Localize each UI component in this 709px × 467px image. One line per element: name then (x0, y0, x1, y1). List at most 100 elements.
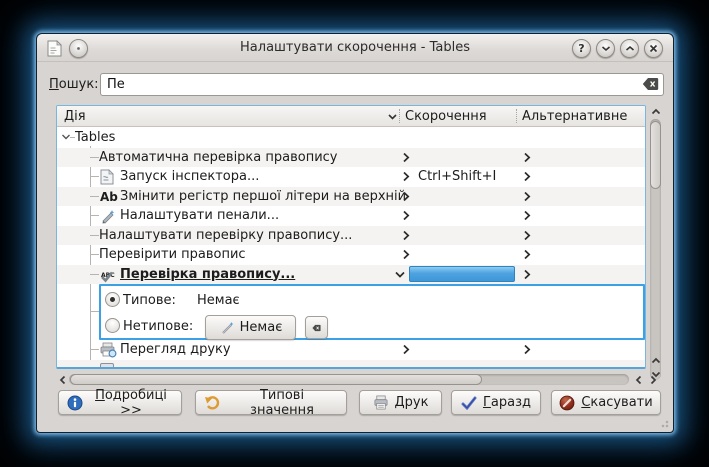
undo-icon (204, 395, 220, 410)
alternate-expander-icon[interactable] (523, 171, 531, 182)
table-row[interactable]: Налаштувати пенали... (57, 206, 645, 226)
table-row[interactable]: Налаштувати перевірку правопису... (57, 226, 645, 246)
alternate-expander-icon[interactable] (523, 249, 531, 260)
search-label: Пошук: (49, 77, 99, 92)
shortcut-expander-icon[interactable] (402, 249, 410, 260)
horizontal-scrollbar[interactable] (56, 372, 660, 387)
table-row[interactable]: Перевірити правопис (57, 245, 645, 265)
resize-grip[interactable] (661, 420, 669, 428)
shortcuts-dialog: Налаштувати скорочення - Tables ? Пошук:… (36, 33, 674, 433)
help-glyph: ? (578, 42, 584, 55)
vertical-scrollbar[interactable] (648, 105, 663, 388)
table-row-root[interactable]: Tables (57, 128, 645, 148)
action-label: Автоматична перевірка правопису (99, 148, 338, 168)
column-separator (516, 109, 517, 123)
custom-shortcut-button-label: Немає (240, 320, 283, 335)
defaults-button[interactable]: Типові значення (195, 390, 347, 415)
clear-search-icon[interactable] (642, 77, 659, 91)
chevron-up-icon (625, 45, 635, 52)
table-row[interactable]: Перегляд друку (57, 340, 645, 360)
scrollbar-thumb[interactable] (70, 374, 482, 385)
action-label: Перевірити правопис (99, 245, 246, 265)
tree-line (90, 349, 99, 350)
alternate-expander-icon[interactable] (523, 210, 531, 221)
action-label: Змінити регістр першої літери на верхній (120, 187, 406, 207)
close-button[interactable] (644, 39, 663, 58)
print-button-label: Друк (395, 395, 429, 410)
scroll-left-icon[interactable] (56, 373, 69, 386)
close-icon (649, 44, 658, 53)
tree-line (90, 196, 99, 197)
printer-icon (373, 395, 389, 410)
ok-button[interactable]: Гаразд (451, 390, 541, 415)
tree-line (90, 176, 99, 177)
defaults-button-label: Типові значення (226, 388, 338, 418)
tree-line (90, 157, 99, 158)
custom-shortcut-label: Нетипове: (123, 319, 193, 334)
alternate-expander-icon[interactable] (523, 191, 531, 202)
action-label: Налаштувати перевірку правопису... (99, 226, 352, 246)
print-preview-icon (100, 342, 117, 358)
action-label: Налаштувати пенали... (120, 206, 279, 226)
minimize-button[interactable] (596, 39, 615, 58)
spellcheck-check-icon (100, 271, 114, 283)
tree-line (90, 274, 99, 275)
scroll-up-icon[interactable] (649, 354, 662, 367)
clear-shortcut-button[interactable] (305, 316, 328, 339)
default-shortcut-value: Немає (197, 293, 240, 308)
details-button-label: Подробиці >> (89, 388, 173, 418)
column-header-shortcut[interactable]: Скорочення (405, 109, 487, 124)
scroll-right-icon[interactable] (646, 373, 659, 386)
titlebar[interactable]: Налаштувати скорочення - Tables ? (37, 34, 673, 62)
tree-line (90, 215, 99, 216)
shortcut-expander-icon[interactable] (402, 191, 410, 202)
letter-case-icon: Ab (100, 188, 117, 204)
scrollbar-track[interactable] (69, 374, 629, 385)
shortcut-expander-icon[interactable] (402, 171, 410, 182)
action-label: Перевірка правопису... (120, 265, 295, 285)
help-button[interactable]: ? (572, 39, 591, 58)
scroll-up-icon[interactable] (649, 105, 662, 118)
clipped-icon (100, 363, 114, 369)
shortcut-expander-icon[interactable] (402, 344, 410, 355)
alternate-expander-icon[interactable] (523, 152, 531, 163)
tree-line (90, 311, 99, 312)
chevron-down-icon (601, 45, 611, 52)
custom-shortcut-radio[interactable] (105, 318, 120, 333)
alternate-expander-icon[interactable] (523, 230, 531, 241)
shortcut-expander-icon[interactable] (402, 152, 410, 163)
clipped-row[interactable] (57, 360, 645, 369)
group-label: Tables (75, 128, 115, 148)
chevron-down-icon[interactable] (394, 269, 406, 280)
maximize-button[interactable] (620, 39, 639, 58)
column-header-action[interactable]: Дія (64, 109, 86, 124)
print-button[interactable]: Друк (359, 390, 442, 415)
search-input[interactable] (100, 73, 664, 96)
column-header-alternate[interactable]: Альтернативне (522, 109, 627, 124)
action-label: Перегляд друку (120, 340, 231, 360)
alternate-expander-icon[interactable] (523, 344, 531, 355)
cancel-button[interactable]: Скасувати (551, 390, 661, 415)
shortcut-input-field[interactable] (409, 266, 515, 282)
custom-shortcut-button[interactable]: Немає (205, 315, 296, 340)
scrollbar-thumb[interactable] (650, 121, 661, 189)
default-shortcut-radio[interactable] (105, 292, 120, 307)
table-row[interactable]: Ab Змінити регістр першої літери на верх… (57, 187, 645, 207)
column-separator (399, 109, 400, 123)
default-shortcut-label: Типове: (123, 293, 176, 308)
shortcut-editor-panel: Типове: Немає Нетипове: Немає (99, 284, 645, 340)
sort-indicator-icon[interactable] (387, 113, 398, 121)
table-row-selected[interactable]: ABC Перевірка правопису... (57, 265, 645, 285)
cancel-button-label: Скасувати (581, 395, 652, 410)
shortcut-expander-icon[interactable] (402, 230, 410, 241)
scroll-left-icon[interactable] (632, 373, 645, 386)
check-icon (461, 396, 477, 410)
alternate-expander-icon[interactable] (523, 269, 531, 280)
shortcut-expander-icon[interactable] (402, 210, 410, 221)
shortcuts-table: Дія Скорочення Альтернативне Tables Авто… (56, 105, 646, 369)
table-row[interactable]: Автоматична перевірка правопису (57, 148, 645, 168)
details-button[interactable]: Подробиці >> (58, 390, 182, 415)
table-row[interactable]: Запуск інспектора... Ctrl+Shift+I (57, 167, 645, 187)
shortcut-value: Ctrl+Shift+I (418, 167, 496, 187)
script-icon (100, 169, 117, 185)
